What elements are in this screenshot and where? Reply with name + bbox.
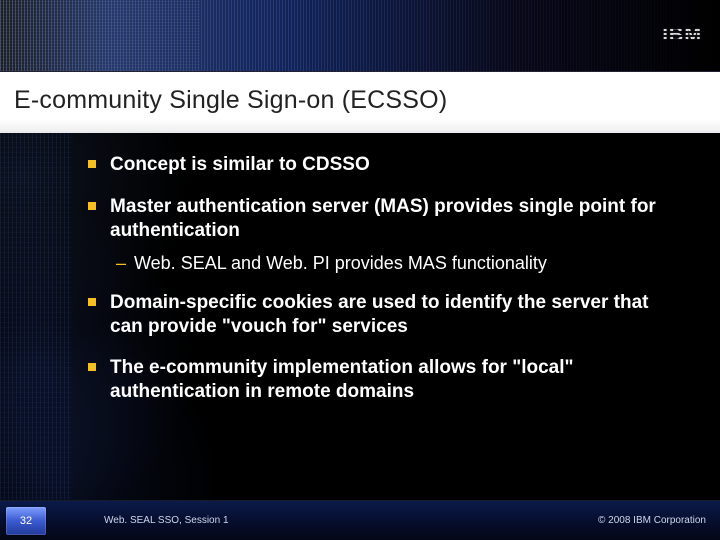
slide-content: Concept is similar to CDSSO Master authe… [0, 133, 720, 503]
bullet-item: Domain-specific cookies are used to iden… [110, 291, 672, 339]
bullet-item: Master authentication server (MAS) provi… [110, 195, 672, 243]
bullet-item: The e-community implementation allows fo… [110, 356, 672, 404]
sub-bullet-item: Web. SEAL and Web. PI provides MAS funct… [134, 252, 672, 275]
title-area: E-community Single Sign-on (ECSSO) [0, 72, 720, 133]
slide-title: E-community Single Sign-on (ECSSO) [14, 86, 706, 115]
bullet-item: Concept is similar to CDSSO [110, 153, 672, 177]
page-number-badge: 32 [6, 507, 46, 535]
ibm-logo: IBM [662, 24, 702, 47]
footer-bar: 32 Web. SEAL SSO, Session 1 © 2008 IBM C… [0, 500, 720, 540]
footer-session-text: Web. SEAL SSO, Session 1 [104, 515, 598, 526]
header-band: IBM [0, 0, 720, 72]
footer-copyright: © 2008 IBM Corporation [598, 515, 706, 526]
